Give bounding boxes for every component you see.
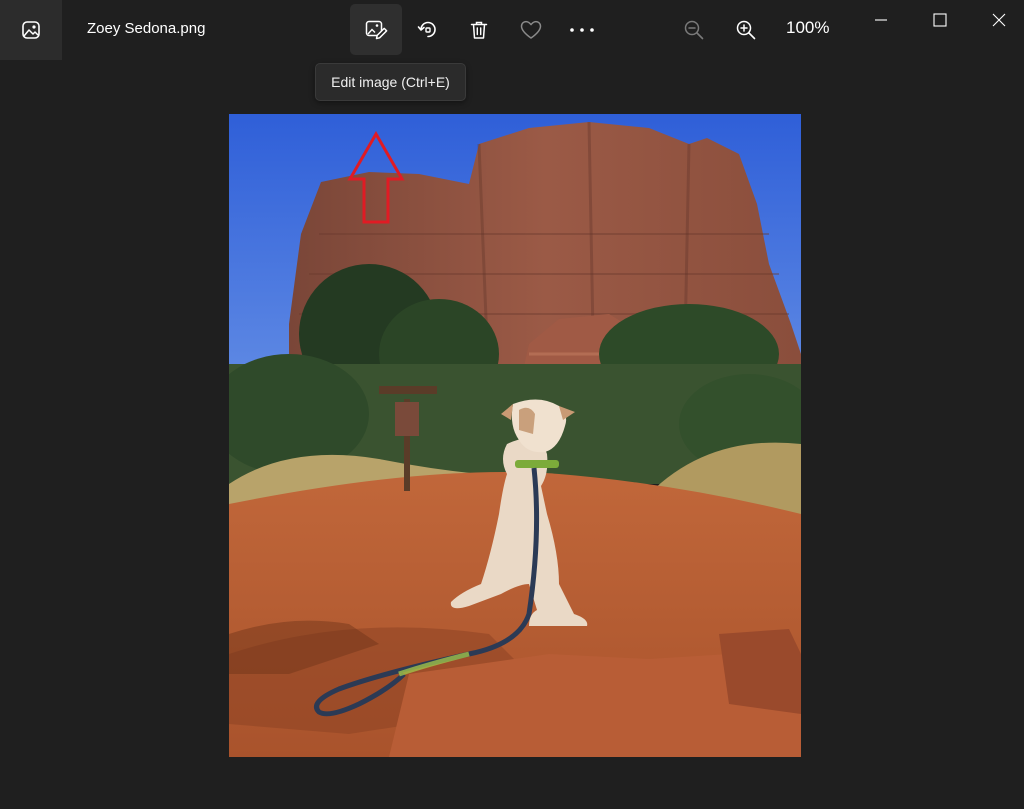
edit-image-tooltip: Edit image (Ctrl+E) [315, 63, 466, 101]
rotate-icon [417, 21, 436, 37]
zoom-in-button[interactable] [720, 4, 772, 55]
close-icon [992, 13, 1006, 27]
zoom-level[interactable]: 100% [786, 18, 829, 38]
edit-image-button[interactable] [350, 4, 402, 55]
heart-icon [520, 20, 542, 39]
trash-icon [470, 21, 488, 39]
minimize-icon [875, 19, 887, 21]
zoom-out-icon [684, 20, 704, 39]
delete-button[interactable] [453, 4, 505, 55]
zoom-out-button[interactable] [668, 4, 720, 55]
maximize-button[interactable] [910, 0, 970, 40]
rotate-button[interactable] [402, 4, 454, 55]
zoom-in-icon [736, 20, 756, 39]
maximize-icon [933, 13, 947, 27]
photo-canvas[interactable] [229, 114, 801, 757]
minimize-button[interactable] [851, 0, 911, 40]
photos-window: Zoey Sedona.png 100% Edit image (Ctrl+E) [0, 0, 1024, 809]
more-icon [570, 27, 594, 32]
favorite-button[interactable] [505, 4, 557, 55]
photos-app-icon [22, 21, 40, 39]
edit-image-icon [365, 20, 388, 39]
title-bar: Zoey Sedona.png 100% [0, 0, 1024, 60]
app-icon-button[interactable] [0, 0, 62, 60]
dog-photo [229, 114, 801, 757]
file-name: Zoey Sedona.png [87, 20, 206, 37]
close-button[interactable] [969, 0, 1024, 40]
more-button[interactable] [556, 4, 608, 55]
